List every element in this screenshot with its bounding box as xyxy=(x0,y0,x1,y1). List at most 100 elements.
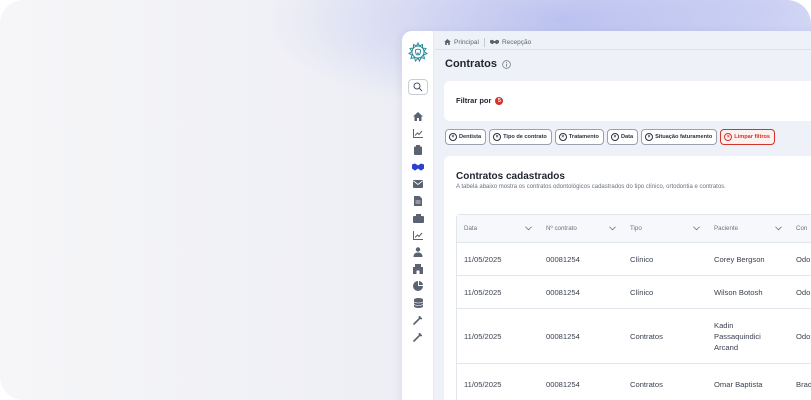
chip-label: Tipo de contrato xyxy=(503,134,547,140)
logo-icon[interactable] xyxy=(407,41,429,63)
breadcrumb-label: Principal xyxy=(454,38,479,46)
column-label: Tipo xyxy=(630,225,642,232)
cell-paciente: Wilson Botosh xyxy=(714,287,763,297)
column-label: Nº contrato xyxy=(546,225,577,232)
breadcrumb-label: Recepção xyxy=(501,38,532,46)
users-icon[interactable] xyxy=(411,246,425,258)
close-icon[interactable]: × xyxy=(645,133,654,141)
close-icon[interactable]: × xyxy=(493,133,502,141)
section-description: A tabela abaixo mostra os contratos odon… xyxy=(456,184,726,190)
building-icon[interactable] xyxy=(411,263,425,275)
contracts-table: Data Nº contrato Tipo Paciente Con 11/05… xyxy=(456,214,811,400)
chip-label: Tratamento xyxy=(568,134,599,140)
home-icon[interactable] xyxy=(411,110,425,122)
cell-data: 11/05/2025 xyxy=(464,380,502,389)
section-title: Contratos cadastrados xyxy=(456,171,565,182)
cell-convenio: Odo xyxy=(796,254,811,264)
column-header-tipo[interactable]: Tipo xyxy=(623,225,707,232)
chevron-down-icon xyxy=(693,226,700,231)
chip-label: Data xyxy=(620,134,634,140)
contracts-table-card: Contratos cadastrados A tabela abaixo mo… xyxy=(444,156,811,400)
sidebar xyxy=(402,31,434,400)
chip-label: Situação faturamento xyxy=(655,134,713,140)
cell-contrato: 00081254 xyxy=(546,380,580,389)
column-label: Paciente xyxy=(714,225,739,232)
cell-data: 11/05/2025 xyxy=(464,331,502,341)
chip-label: Dentista xyxy=(459,134,482,140)
filter-toggle[interactable]: Filtrar por 5 xyxy=(456,96,504,105)
column-label: Data xyxy=(464,225,478,232)
wrench-icon[interactable] xyxy=(411,331,425,343)
clear-filters-label: Limpar filtros xyxy=(734,134,771,140)
box-icon[interactable] xyxy=(411,212,425,224)
chart-icon[interactable] xyxy=(411,229,425,241)
filter-panel: Filtrar por 5 xyxy=(444,81,811,121)
wrench-icon[interactable] xyxy=(411,314,425,326)
cell-convenio: Odo xyxy=(796,287,811,297)
cell-tipo: Clínico xyxy=(630,254,654,264)
table-row[interactable]: 11/05/2025 00081254 Contratos Omar Bapti… xyxy=(457,364,811,400)
clipboard-icon[interactable] xyxy=(411,144,425,156)
filter-label-text: Filtrar por xyxy=(456,96,492,105)
search-icon xyxy=(413,82,423,92)
cell-data: 11/05/2025 xyxy=(464,254,502,264)
filter-chip-tipo-contrato[interactable]: × Tipo de contrato xyxy=(489,129,552,145)
filter-chip-dentista[interactable]: × Dentista xyxy=(445,129,487,145)
column-header-data[interactable]: Data xyxy=(457,225,539,232)
handshake-icon xyxy=(489,39,499,45)
filter-chip-data[interactable]: × Data xyxy=(606,129,639,145)
active-filter-chips: × Dentista × Tipo de contrato × Tratamen… xyxy=(445,129,776,145)
chart-icon[interactable] xyxy=(411,127,425,139)
chevron-down-icon xyxy=(609,226,616,231)
breadcrumb-item-principal[interactable]: Principal xyxy=(444,39,479,46)
cell-convenio: Brad xyxy=(796,380,811,389)
chevron-down-icon xyxy=(775,226,782,231)
mail-icon[interactable] xyxy=(411,178,425,190)
table-header: Data Nº contrato Tipo Paciente Con xyxy=(457,215,811,243)
cell-contrato: 00081254 xyxy=(546,254,580,264)
handshake-icon[interactable] xyxy=(411,161,425,173)
close-icon[interactable]: × xyxy=(449,133,457,141)
document-icon[interactable] xyxy=(411,195,425,207)
page-title: Contratos xyxy=(445,58,511,70)
cell-tipo: Contratos xyxy=(630,380,663,389)
cell-paciente-line: Arcand xyxy=(714,342,739,352)
cell-paciente: Omar Baptista xyxy=(714,380,763,389)
cell-paciente: Kadin Passaquindici Arcand xyxy=(707,320,789,353)
close-icon[interactable]: × xyxy=(610,133,619,141)
page-title-text: Contratos xyxy=(445,58,497,70)
cell-convenio: Odo xyxy=(796,331,811,341)
cell-paciente: Corey Bergson xyxy=(714,254,765,264)
cell-contrato: 00081254 xyxy=(546,331,580,341)
clear-filters-button[interactable]: × Limpar filtros xyxy=(720,129,776,145)
chevron-down-icon xyxy=(525,226,532,231)
database-icon[interactable] xyxy=(411,297,425,309)
column-label: Con xyxy=(796,225,808,232)
cell-contrato: 00081254 xyxy=(546,287,580,297)
filter-chip-situacao-faturamento[interactable]: × Situação faturamento xyxy=(641,129,718,145)
breadcrumb-item-recepcao[interactable]: Recepção xyxy=(489,38,532,46)
column-header-contrato[interactable]: Nº contrato xyxy=(539,225,623,232)
table-row[interactable]: 11/05/2025 00081254 Clínico Wilson Botos… xyxy=(457,276,811,309)
close-icon[interactable]: × xyxy=(558,133,567,141)
close-icon: × xyxy=(724,133,733,141)
breadcrumb: Principal Recepção xyxy=(444,36,531,48)
table-row[interactable]: 11/05/2025 00081254 Contratos Kadin Pass… xyxy=(457,309,811,364)
filter-count-badge: 5 xyxy=(495,96,504,105)
cell-data: 11/05/2025 xyxy=(464,287,502,297)
breadcrumb-separator xyxy=(483,37,485,47)
app-window: Principal Recepção Contratos Filtrar por… xyxy=(402,31,811,400)
pie-chart-icon[interactable] xyxy=(411,280,425,292)
filter-chip-tratamento[interactable]: × Tratamento xyxy=(554,129,604,145)
column-header-paciente[interactable]: Paciente xyxy=(707,225,789,232)
cell-tipo: Contratos xyxy=(630,331,663,341)
column-header-convenio[interactable]: Con xyxy=(789,225,811,232)
cell-paciente-line: Kadin xyxy=(714,320,734,330)
home-icon xyxy=(444,39,451,45)
search-button[interactable] xyxy=(408,79,428,95)
info-icon[interactable] xyxy=(502,59,511,69)
table-row[interactable]: 11/05/2025 00081254 Clínico Corey Bergso… xyxy=(457,243,811,276)
divider xyxy=(435,49,811,50)
cell-tipo: Clínico xyxy=(630,287,654,297)
main-content: Principal Recepção Contratos Filtrar por… xyxy=(435,31,811,400)
